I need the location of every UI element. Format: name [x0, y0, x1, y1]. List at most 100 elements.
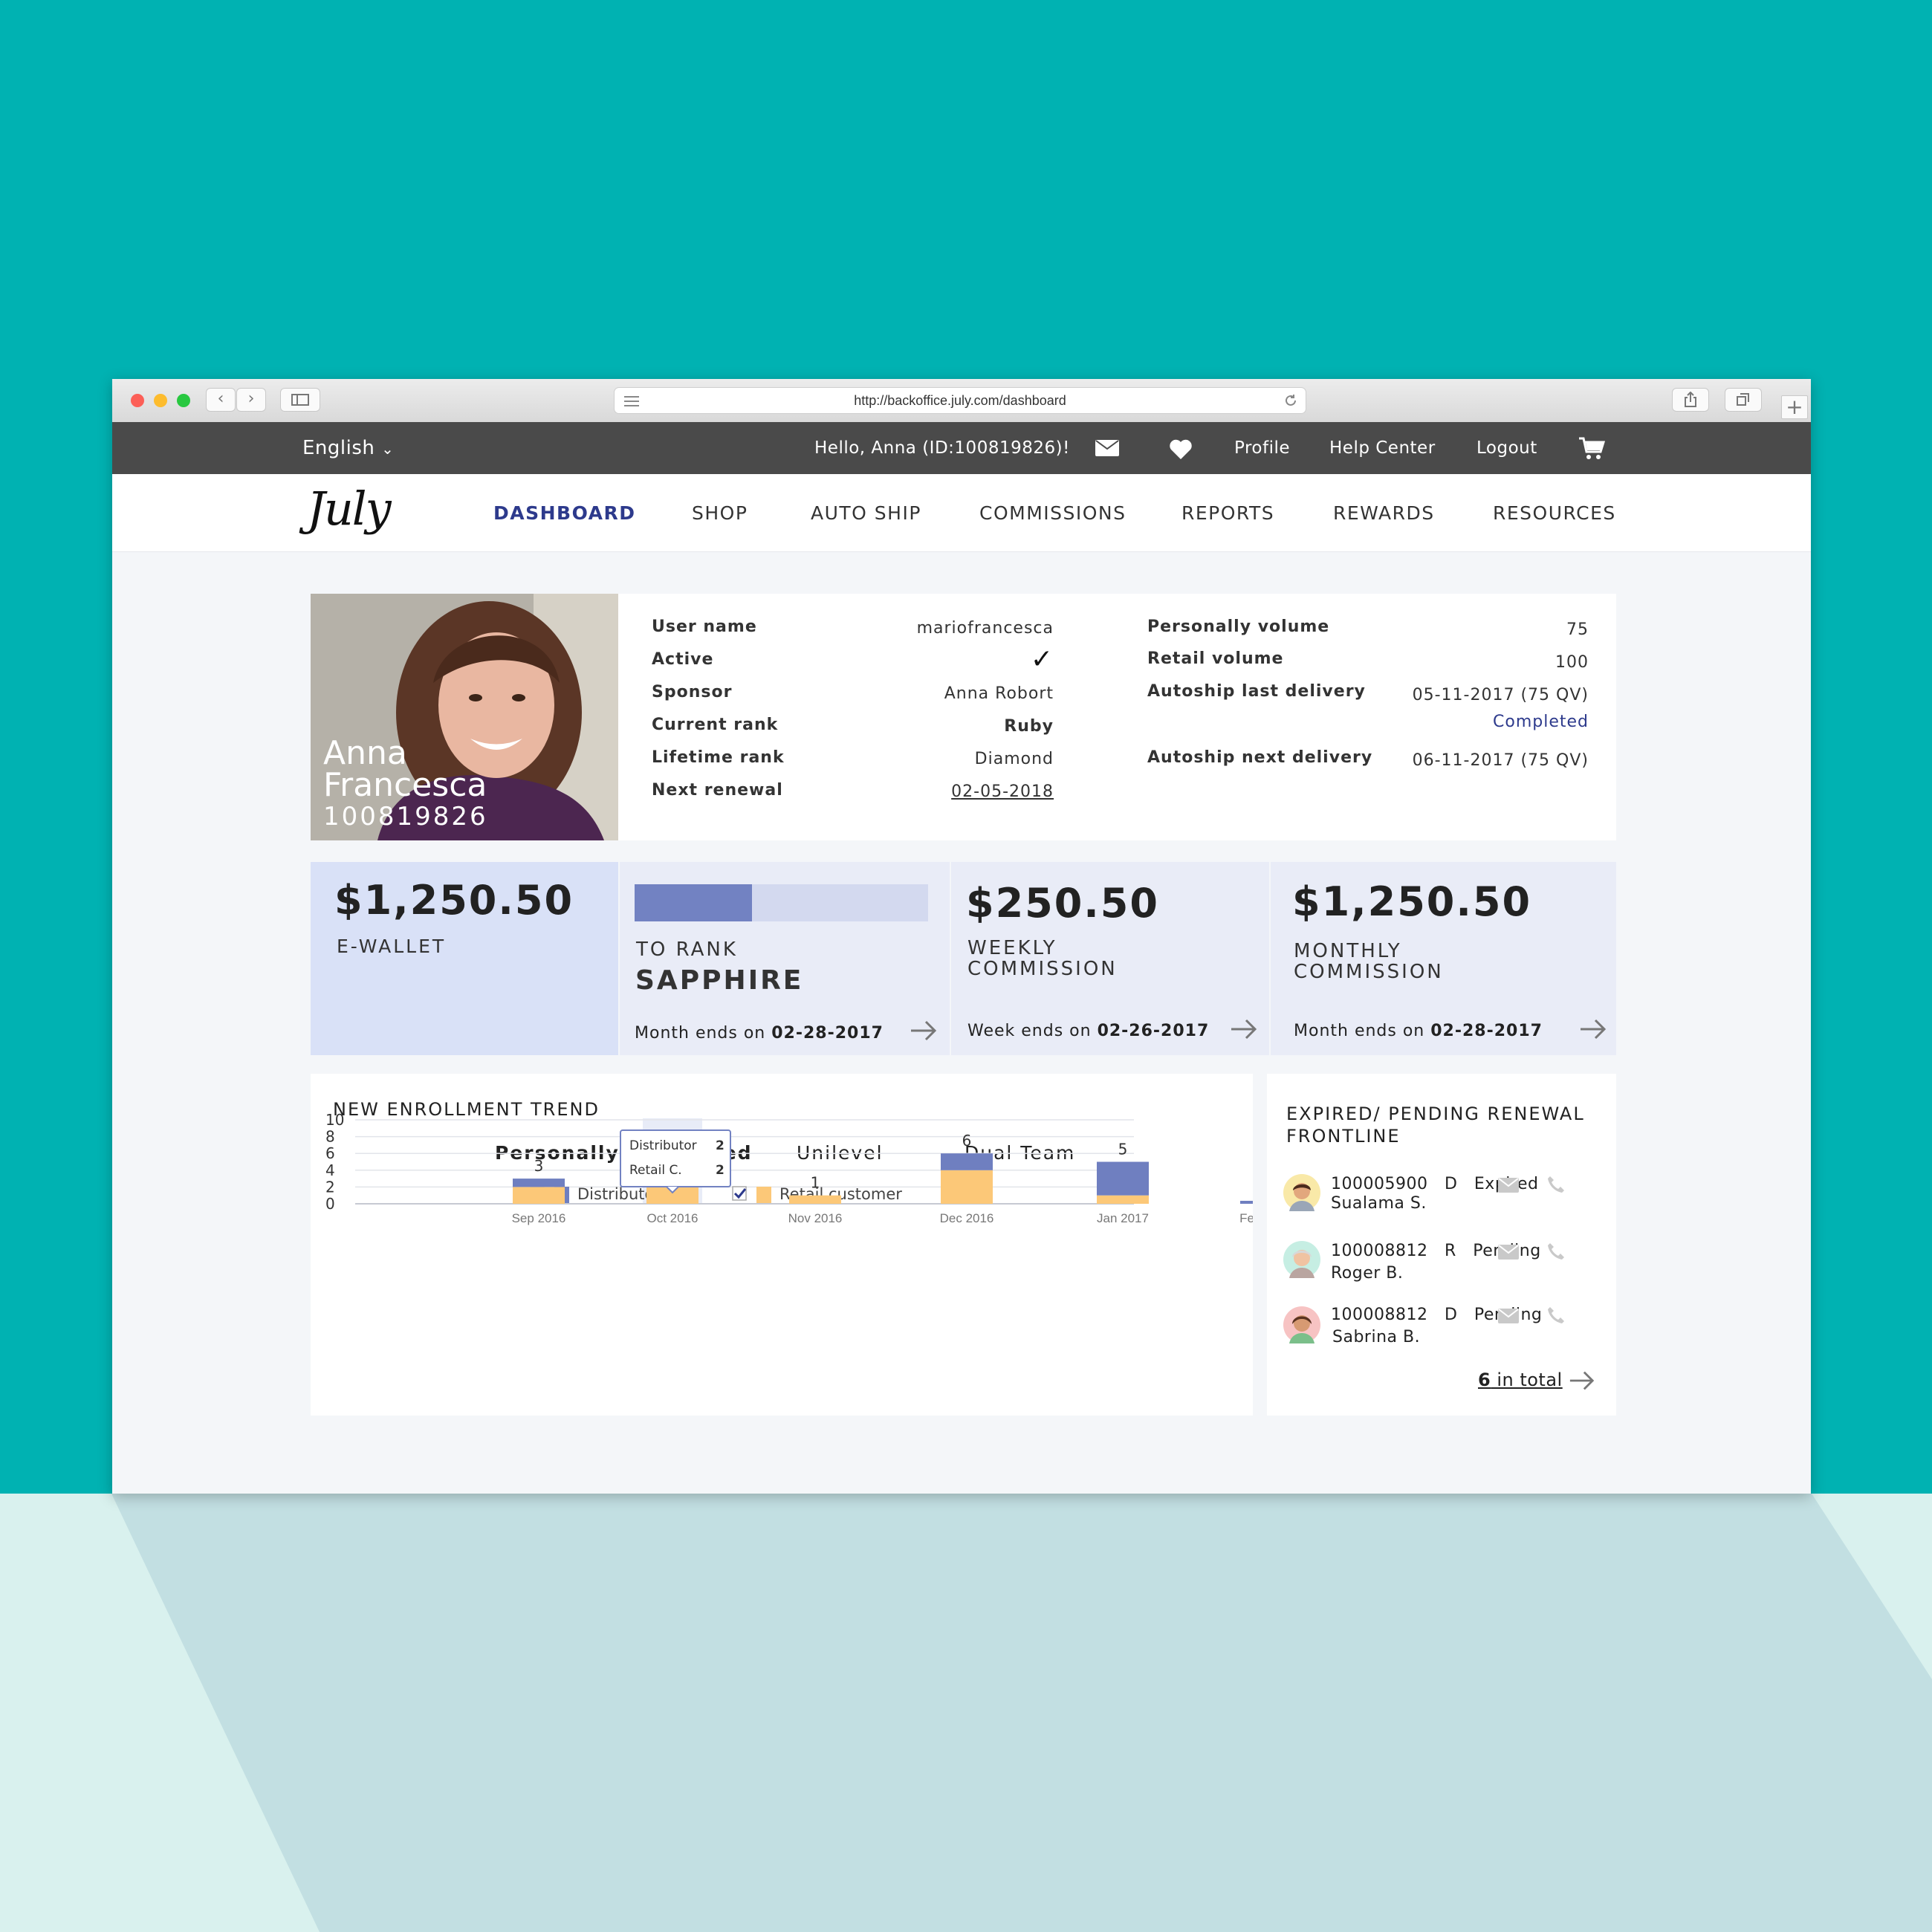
top-utility-bar: English ⌄ Hello, Anna (ID:100819826)! Pr…	[112, 422, 1811, 474]
profile-photo: Anna Francesca 100819826	[311, 594, 618, 840]
arrow-right-icon[interactable]	[910, 1020, 938, 1042]
sponsor-label: Sponsor	[652, 683, 733, 701]
reload-icon[interactable]	[1283, 393, 1298, 408]
weekly-commission-card[interactable]: $250.50 WEEKLY COMMISSION Week ends on 0…	[951, 862, 1269, 1055]
rank-footer-prefix: Month ends on	[635, 1024, 772, 1043]
back-button[interactable]: ‹	[206, 388, 236, 412]
mail-icon[interactable]	[1095, 440, 1119, 456]
nav-rewards[interactable]: REWARDS	[1333, 502, 1435, 524]
user-avatar-icon	[1283, 1306, 1320, 1343]
current-rank-label: Current rank	[652, 716, 779, 734]
bar-retail	[789, 1195, 841, 1204]
zoom-window-button[interactable]	[177, 394, 190, 407]
bar-retail	[513, 1187, 565, 1204]
address-bar[interactable]: http://backoffice.july.com/dashboard	[614, 387, 1306, 414]
ewallet-amount: $1,250.50	[334, 877, 574, 924]
x-tick-label: Sep 2016	[512, 1211, 566, 1225]
chevron-down-icon: ⌄	[381, 440, 395, 458]
legend-swatch	[756, 1187, 771, 1203]
autoship-next-label: Autoship next delivery	[1147, 748, 1373, 767]
x-tick-label: Dec 2016	[940, 1211, 994, 1225]
monthly-caption-1: MONTHLY	[1294, 940, 1402, 962]
sidebar-icon	[291, 394, 309, 406]
frontline-card: EXPIRED/ PENDING RENEWAL FRONTLINE 10000…	[1267, 1074, 1616, 1416]
weekly-amount: $250.50	[966, 880, 1159, 927]
monthly-commission-card[interactable]: $1,250.50 MONTHLY COMMISSION Month ends …	[1271, 862, 1616, 1055]
next-renewal-label: Next renewal	[652, 781, 783, 800]
nav-reports[interactable]: REPORTS	[1181, 502, 1274, 524]
frontline-id: 100008812	[1331, 1242, 1428, 1260]
active-label: Active	[652, 650, 714, 669]
chevron-left-icon: ‹	[217, 389, 224, 408]
frontline-title-2: FRONTLINE	[1286, 1126, 1401, 1147]
rank-card[interactable]: TO RANK SAPPHIRE Month ends on 02-28-201…	[620, 862, 950, 1055]
y-tick-label: 4	[325, 1161, 335, 1179]
new-tab-button[interactable]: +	[1781, 395, 1808, 419]
mail-icon[interactable]	[1498, 1309, 1519, 1323]
y-tick-label: 8	[325, 1128, 335, 1146]
nav-commissions[interactable]: COMMISSIONS	[979, 502, 1127, 524]
ewallet-card[interactable]: $1,250.50 E-WALLET	[311, 862, 618, 1055]
y-tick-label: 0	[325, 1195, 335, 1213]
monthly-footer: Month ends on 02-28-2017	[1294, 1022, 1543, 1040]
x-tick-label: Feb 2017	[1239, 1211, 1253, 1225]
sidebar-toggle-button[interactable]	[280, 388, 320, 412]
plus-icon: +	[1786, 395, 1803, 419]
tabs-overview-button[interactable]	[1725, 388, 1762, 412]
frontline-type: R	[1444, 1242, 1456, 1260]
profile-link[interactable]: Profile	[1234, 438, 1290, 458]
greeting-text: Hello, Anna (ID:100819826)!	[814, 438, 1070, 458]
cart-icon[interactable]	[1578, 437, 1605, 461]
bar-total-label: 5	[1118, 1141, 1128, 1158]
phone-icon[interactable]	[1546, 1306, 1566, 1325]
share-button[interactable]	[1672, 388, 1709, 412]
phone-icon[interactable]	[1546, 1175, 1566, 1194]
profile-last-name: Francesca	[323, 766, 487, 804]
frontline-id: 100008812	[1331, 1306, 1428, 1324]
window-shadow	[111, 1494, 1932, 1932]
tabs-icon	[1737, 393, 1749, 406]
bar-retail	[941, 1170, 993, 1204]
close-window-button[interactable]	[131, 394, 144, 407]
nav-resources[interactable]: RESOURCES	[1493, 502, 1616, 524]
url-text: http://backoffice.july.com/dashboard	[854, 393, 1066, 408]
nav-shop[interactable]: SHOP	[692, 502, 748, 524]
bar-distributor	[1097, 1161, 1149, 1196]
tooltip-value: 2	[716, 1163, 724, 1178]
forward-button[interactable]: ›	[236, 388, 266, 412]
minimize-window-button[interactable]	[154, 394, 167, 407]
arrow-right-icon[interactable]	[1569, 1369, 1595, 1392]
retail-volume-value: 100	[1555, 653, 1589, 672]
arrow-right-icon[interactable]	[1579, 1018, 1607, 1040]
phone-icon[interactable]	[1546, 1242, 1566, 1261]
legend-checkbox	[732, 1186, 747, 1201]
nav-auto-ship[interactable]: AUTO SHIP	[811, 502, 921, 524]
profile-id: 100819826	[323, 802, 488, 832]
autoship-status: Completed	[1493, 713, 1589, 731]
weekly-footer-date: 02-26-2017	[1097, 1022, 1210, 1040]
frontline-total-link[interactable]: 6 in total	[1478, 1369, 1563, 1390]
nav-dashboard[interactable]: DASHBOARD	[493, 502, 636, 524]
rank-caption: TO RANK	[636, 939, 738, 961]
logout-link[interactable]: Logout	[1476, 438, 1537, 458]
weekly-caption-1: WEEKLY	[967, 937, 1057, 959]
profile-card: Anna Francesca 100819826 User name mario…	[311, 594, 1616, 840]
mail-icon[interactable]	[1498, 1245, 1519, 1260]
browser-titlebar: ‹ › http://backoffice.july.com/dashboard…	[112, 379, 1811, 423]
bar-distributor	[941, 1153, 993, 1170]
language-selector[interactable]: English ⌄	[302, 437, 394, 459]
sponsor-value: Anna Robort	[944, 684, 1054, 703]
heart-icon[interactable]	[1169, 439, 1193, 460]
help-center-link[interactable]: Help Center	[1329, 438, 1436, 458]
arrow-right-icon[interactable]	[1230, 1018, 1258, 1040]
lifetime-rank-label: Lifetime rank	[652, 748, 785, 767]
y-tick-label: 2	[325, 1178, 335, 1196]
autoship-last-value: 05-11-2017 (75 QV)	[1412, 686, 1589, 704]
next-renewal-value[interactable]: 02-05-2018	[951, 782, 1054, 801]
bar-distributor	[513, 1179, 565, 1187]
monthly-footer-date: 02-28-2017	[1430, 1022, 1543, 1040]
share-icon	[1685, 391, 1696, 407]
mail-icon[interactable]	[1498, 1178, 1519, 1193]
rank-footer: Month ends on 02-28-2017	[635, 1024, 884, 1043]
july-logo[interactable]: July	[307, 482, 392, 536]
